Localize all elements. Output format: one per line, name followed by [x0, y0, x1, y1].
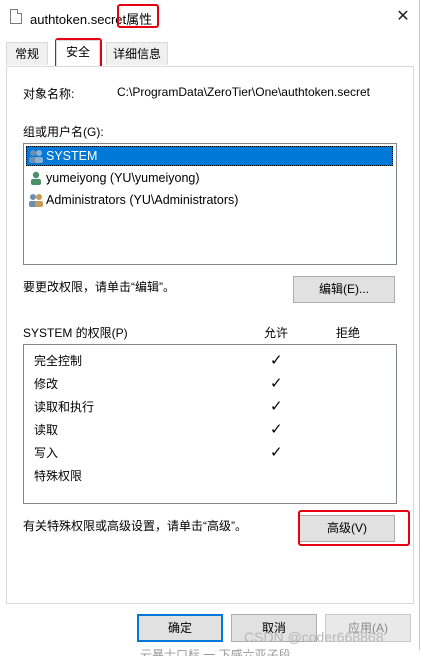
- cut-off-text: 云暴士口标 一 下感六亚子段: [140, 648, 291, 656]
- check-icon: ✓: [270, 444, 283, 461]
- title-suffix: 属性: [126, 12, 153, 27]
- list-item-label: yumeiyong (YU\yumeiyong): [46, 171, 200, 185]
- list-item-yumeiyong[interactable]: yumeiyong (YU\yumeiyong): [26, 168, 393, 188]
- allow-column-header: 允许: [264, 326, 289, 340]
- tab-security[interactable]: 安全: [56, 40, 100, 66]
- group-users-icon: [29, 150, 43, 163]
- check-icon: ✓: [270, 375, 283, 392]
- list-item-label: Administrators (YU\Administrators): [46, 193, 239, 207]
- title-filename: authtoken.secret: [30, 12, 127, 27]
- permission-row-special: 特殊权限: [34, 464, 394, 486]
- permission-name: 特殊权限: [34, 469, 83, 483]
- user-icon: [31, 171, 41, 185]
- object-path-value: C:\ProgramData\ZeroTier\One\authtoken.se…: [117, 85, 370, 99]
- edit-hint: 要更改权限，请单击“编辑”。: [23, 280, 175, 294]
- permission-name: 修改: [34, 377, 59, 391]
- groups-label: 组或用户名(G):: [23, 125, 104, 139]
- security-panel: 对象名称: C:\ProgramData\ZeroTier\One\authto…: [6, 66, 414, 604]
- object-name-label: 对象名称:: [23, 87, 75, 101]
- check-icon: ✓: [270, 352, 283, 369]
- list-item-system[interactable]: SYSTEM: [26, 146, 393, 166]
- watermark: CSDN @coder668868: [244, 629, 384, 645]
- permission-row-write: 写入 ✓: [34, 441, 394, 463]
- permission-name: 写入: [34, 446, 59, 460]
- group-users-icon: [29, 194, 43, 207]
- advanced-hint: 有关特殊权限或高级设置，请单击“高级”。: [23, 519, 247, 533]
- window-title: authtoken.secret属性: [30, 9, 152, 28]
- permission-row-read: 读取 ✓: [34, 418, 394, 440]
- permissions-listbox: 完全控制 ✓ 修改 ✓ 读取和执行 ✓ 读取 ✓ 写入 ✓ 特殊权限: [23, 344, 397, 504]
- permission-name: 读取: [34, 423, 59, 437]
- permission-row-modify: 修改 ✓: [34, 372, 394, 394]
- permissions-header: SYSTEM 的权限(P): [23, 326, 128, 340]
- permission-row-full-control: 完全控制 ✓: [34, 349, 394, 371]
- deny-column-header: 拒绝: [336, 326, 361, 340]
- edit-button[interactable]: 编辑(E)...: [293, 276, 395, 303]
- close-icon[interactable]: ✕: [390, 6, 416, 28]
- permission-name: 完全控制: [34, 354, 83, 368]
- tab-details[interactable]: 详细信息: [106, 42, 168, 65]
- ok-button[interactable]: 确定: [137, 614, 223, 642]
- file-icon: [10, 9, 22, 24]
- tab-general[interactable]: 常规: [6, 42, 48, 65]
- groups-listbox[interactable]: SYSTEM yumeiyong (YU\yumeiyong) Administ…: [23, 143, 397, 265]
- permission-name: 读取和执行: [34, 400, 95, 414]
- title-bar: authtoken.secret属性 ✕: [0, 0, 420, 34]
- list-item-label: SYSTEM: [46, 149, 98, 163]
- list-item-administrators[interactable]: Administrators (YU\Administrators): [26, 190, 393, 210]
- check-icon: ✓: [270, 421, 283, 438]
- permission-row-read-execute: 读取和执行 ✓: [34, 395, 394, 417]
- properties-dialog: authtoken.secret属性 ✕ 常规 安全 详细信息 对象名称: C:…: [0, 0, 420, 650]
- check-icon: ✓: [270, 398, 283, 415]
- advanced-button[interactable]: 高级(V): [299, 515, 395, 542]
